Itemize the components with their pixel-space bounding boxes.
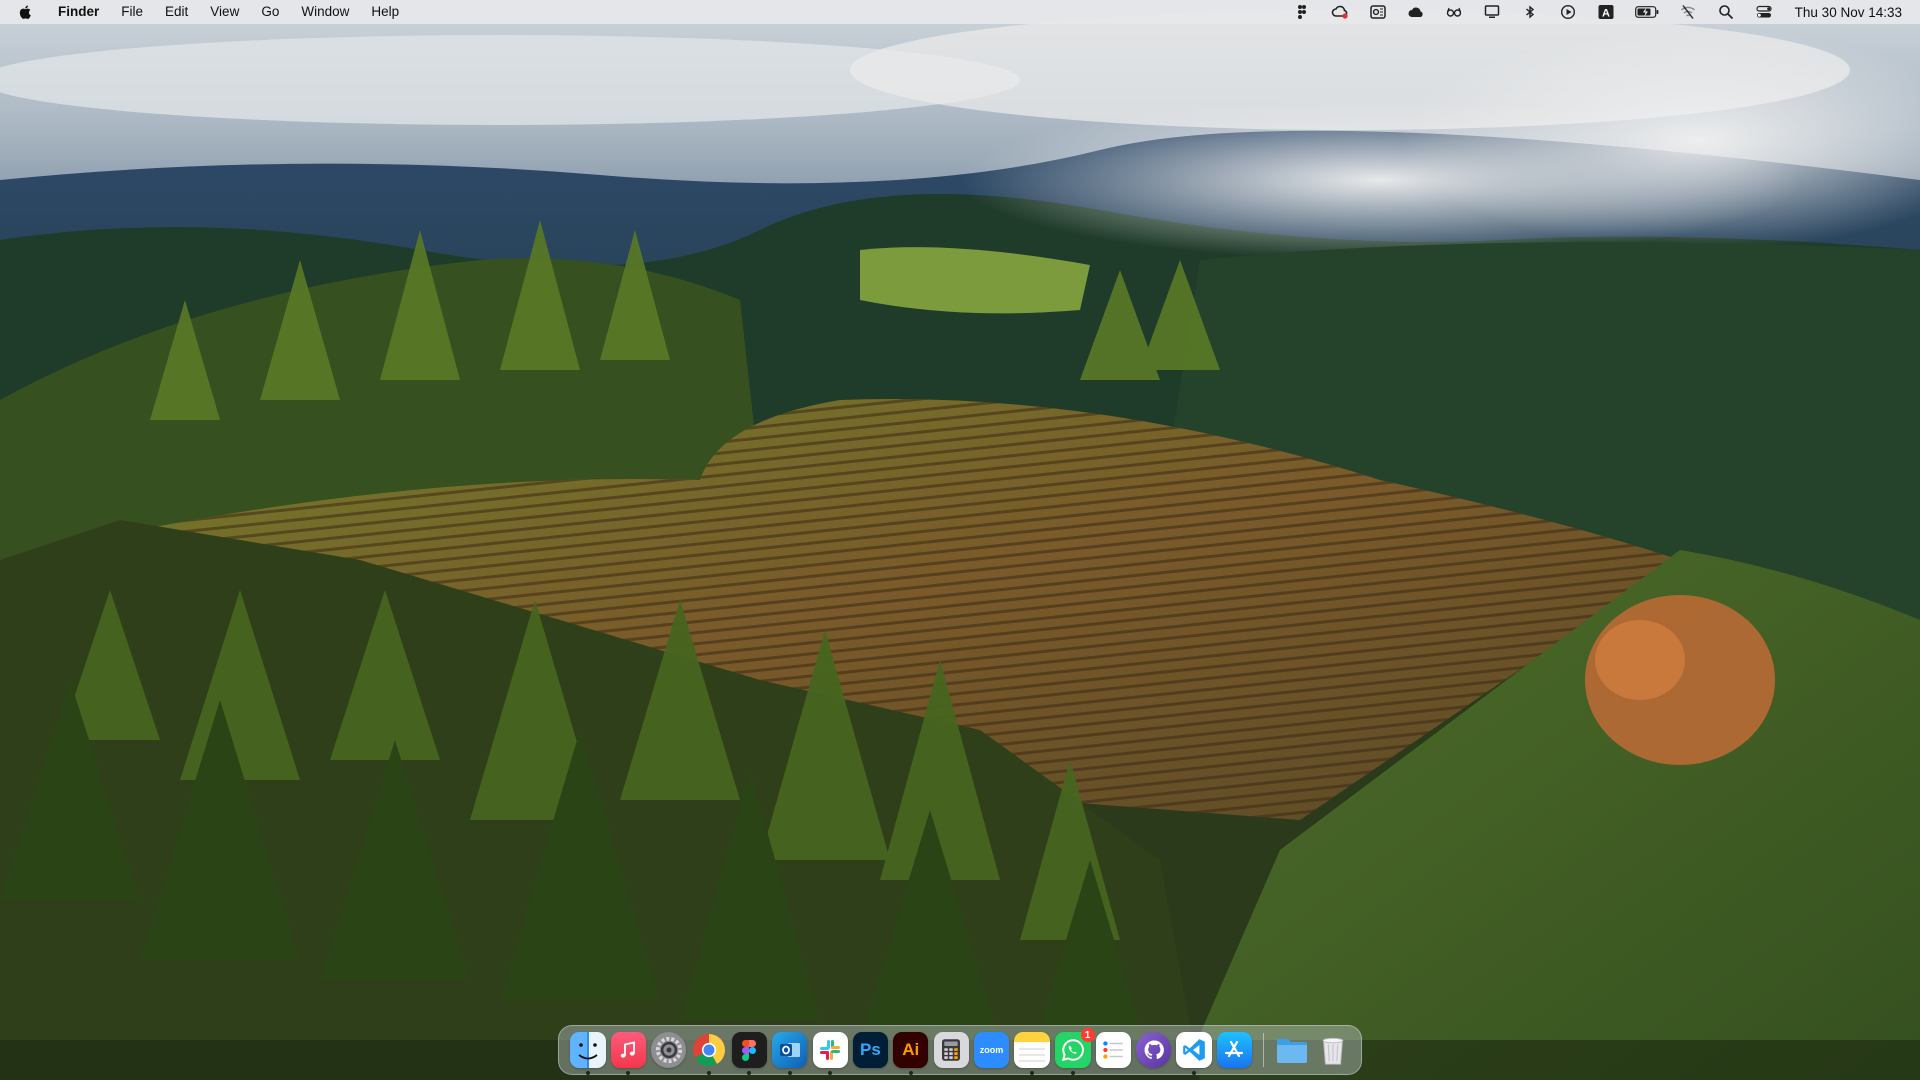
dock-item-github-desktop[interactable] [1136,1032,1172,1068]
menu-help[interactable]: Help [360,0,410,24]
whatsapp-icon [1061,1039,1084,1062]
dock-item-app-store[interactable] [1216,1032,1252,1068]
spotlight-search-icon[interactable] [1715,3,1737,21]
illustrator-icon: Ai [902,1040,920,1059]
running-indicator [1192,1071,1197,1075]
dock: Ps Ai zoom 1 [558,1025,1362,1075]
running-indicator [585,1071,590,1075]
dock-item-system-settings[interactable] [651,1032,687,1068]
running-indicator [1030,1071,1035,1075]
dock-item-reminders[interactable] [1095,1032,1131,1068]
folder-icon [1277,1039,1308,1063]
chrome-icon [692,1033,726,1067]
notification-badge: 1 [1080,1028,1095,1042]
finder-icon [578,1032,598,1068]
running-indicator [828,1071,833,1075]
menu-window[interactable]: Window [290,0,360,24]
running-indicator [747,1071,752,1075]
zoom-icon: zoom [979,1045,1004,1055]
apple-menu-icon[interactable] [18,3,36,21]
dock-item-finder[interactable] [569,1032,606,1075]
bluetooth-icon[interactable] [1519,3,1541,21]
running-indicator [908,1071,913,1075]
dock-item-outlook[interactable] [772,1032,808,1075]
glasses-icon[interactable] [1443,3,1465,21]
menu-edit[interactable]: Edit [154,0,199,24]
outlook-icon[interactable] [1367,3,1389,21]
input-source-label: A [1602,7,1610,19]
creative-cloud-icon[interactable] [1329,3,1351,21]
wifi-off-icon[interactable] [1677,3,1699,21]
dock-item-downloads-folder[interactable] [1274,1032,1310,1068]
dock-item-calculator[interactable] [933,1032,969,1068]
slack-icon [820,1040,841,1060]
running-indicator [626,1071,631,1075]
outlook-icon [779,1043,800,1057]
figma-menu-icon[interactable] [1291,3,1313,21]
calculator-icon [942,1039,961,1061]
menu-bar-clock[interactable]: Thu 30 Nov 14:33 [1795,5,1902,20]
dock-item-slack[interactable] [812,1032,848,1075]
desktop-wallpaper [0,0,1920,1080]
dock-item-photoshop[interactable]: Ps [852,1032,888,1068]
running-indicator [1070,1071,1075,1075]
dock-item-chrome[interactable] [691,1032,726,1075]
dock-item-whatsapp[interactable]: 1 [1055,1028,1095,1075]
menu-view[interactable]: View [199,0,250,24]
dock-item-notes[interactable] [1014,1032,1051,1075]
menu-go[interactable]: Go [250,0,290,24]
reminders-icon [1103,1041,1124,1059]
notes-icon [1019,1048,1046,1062]
dock-item-music[interactable] [610,1032,646,1075]
play-icon[interactable] [1557,3,1579,21]
dock-separator [1262,1033,1264,1067]
vscode-icon [1183,1039,1205,1061]
dock-item-trash[interactable] [1315,1032,1350,1068]
input-source-icon[interactable]: A [1595,3,1617,21]
control-center-icon[interactable] [1753,3,1775,21]
dock-item-zoom[interactable]: zoom [973,1032,1010,1068]
photoshop-icon: Ps [860,1040,881,1059]
menu-file[interactable]: File [110,0,154,24]
trash-icon [1322,1037,1344,1065]
running-indicator [707,1071,712,1075]
icloud-icon[interactable] [1405,3,1427,21]
dock-item-figma[interactable] [731,1032,767,1075]
github-icon [1144,1040,1164,1060]
music-icon [621,1041,636,1058]
dock-item-visual-studio-code[interactable] [1176,1032,1212,1075]
battery-icon[interactable] [1633,3,1661,21]
gear-icon [655,1036,682,1064]
app-menu-finder[interactable]: Finder [54,0,110,24]
app-store-icon [1225,1040,1244,1058]
figma-icon [742,1039,757,1061]
dock-item-illustrator[interactable]: Ai [893,1032,929,1075]
running-indicator [787,1071,792,1075]
display-icon[interactable] [1481,3,1503,21]
menu-bar: Finder File Edit View Go Window Help A T… [0,0,1920,24]
